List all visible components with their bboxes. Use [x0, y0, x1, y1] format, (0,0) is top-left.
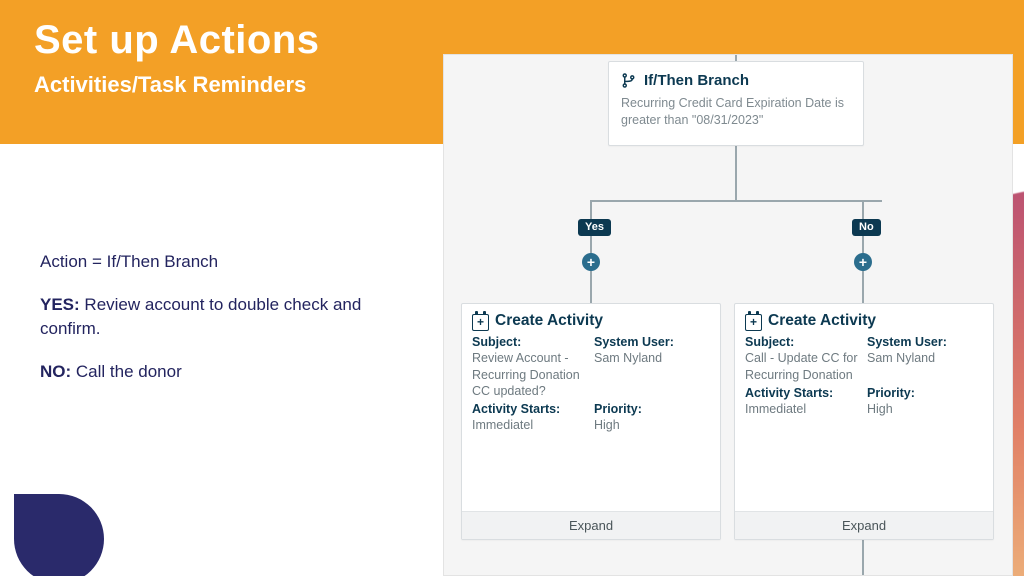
expand-button[interactable]: Expand	[462, 511, 720, 539]
field-value-priority: High	[594, 418, 620, 432]
add-node-button-no[interactable]: +	[854, 253, 872, 271]
field-label-activity-starts: Activity Starts:	[745, 386, 833, 400]
branch-node-condition: Recurring Credit Card Expiration Date is…	[621, 95, 851, 129]
activity-node-yes[interactable]: Create Activity Subject: Review Account -…	[461, 303, 721, 540]
field-label-activity-starts: Activity Starts:	[472, 402, 560, 416]
body-yes-text: Review account to double check and confi…	[40, 295, 361, 339]
body-yes-line: YES: Review account to double check and …	[40, 293, 410, 342]
field-label-system-user: System User:	[594, 335, 674, 349]
field-value-subject: Review Account - Recurring Donation CC u…	[472, 351, 580, 398]
field-value-subject: Call - Update CC for Recurring Donation	[745, 351, 858, 381]
body-no-label: NO:	[40, 362, 71, 381]
body-text: Action = If/Then Branch YES: Review acco…	[40, 250, 410, 403]
field-label-priority: Priority:	[867, 386, 915, 400]
field-label-priority: Priority:	[594, 402, 642, 416]
field-value-activity-starts: Immediatel	[745, 402, 806, 416]
git-branch-icon	[621, 72, 636, 89]
activity-node-details: Subject: Call - Update CC for Recurring D…	[745, 334, 983, 419]
expand-button[interactable]: Expand	[735, 511, 993, 539]
slide-title: Set up Actions	[34, 18, 320, 63]
connector-line	[735, 146, 737, 200]
field-value-activity-starts: Immediatel	[472, 418, 533, 432]
activity-node-title: Create Activity	[495, 312, 603, 330]
activity-node-header: Create Activity	[745, 312, 983, 330]
activity-node-title: Create Activity	[768, 312, 876, 330]
connector-line	[862, 200, 864, 303]
body-no-text: Call the donor	[71, 362, 182, 381]
connector-line	[590, 200, 592, 303]
add-node-button-yes[interactable]: +	[582, 253, 600, 271]
field-label-system-user: System User:	[867, 335, 947, 349]
activity-node-details: Subject: Review Account - Recurring Donat…	[472, 334, 710, 436]
body-action-line: Action = If/Then Branch	[40, 250, 410, 275]
field-label-subject: Subject:	[472, 335, 521, 349]
decorative-droplet	[14, 494, 104, 576]
field-value-priority: High	[867, 402, 893, 416]
calendar-plus-icon	[745, 314, 762, 331]
branch-node-header: If/Then Branch	[621, 72, 851, 89]
body-yes-label: YES:	[40, 295, 80, 314]
field-value-system-user: Sam Nyland	[594, 351, 662, 365]
slide-root: Set up Actions Activities/Task Reminders…	[0, 0, 1024, 576]
connector-line	[590, 200, 882, 202]
branch-node-title: If/Then Branch	[644, 72, 749, 89]
branch-node[interactable]: If/Then Branch Recurring Credit Card Exp…	[608, 61, 864, 146]
field-label-subject: Subject:	[745, 335, 794, 349]
activity-node-header: Create Activity	[472, 312, 710, 330]
body-no-line: NO: Call the donor	[40, 360, 410, 385]
branch-no-pill: No	[852, 219, 881, 236]
field-value-system-user: Sam Nyland	[867, 351, 935, 365]
branch-yes-pill: Yes	[578, 219, 611, 236]
calendar-plus-icon	[472, 314, 489, 331]
workflow-canvas: If/Then Branch Recurring Credit Card Exp…	[443, 54, 1013, 576]
activity-node-no[interactable]: Create Activity Subject: Call - Update CC…	[734, 303, 994, 540]
connector-line	[862, 540, 864, 576]
slide-subtitle: Activities/Task Reminders	[34, 72, 306, 98]
